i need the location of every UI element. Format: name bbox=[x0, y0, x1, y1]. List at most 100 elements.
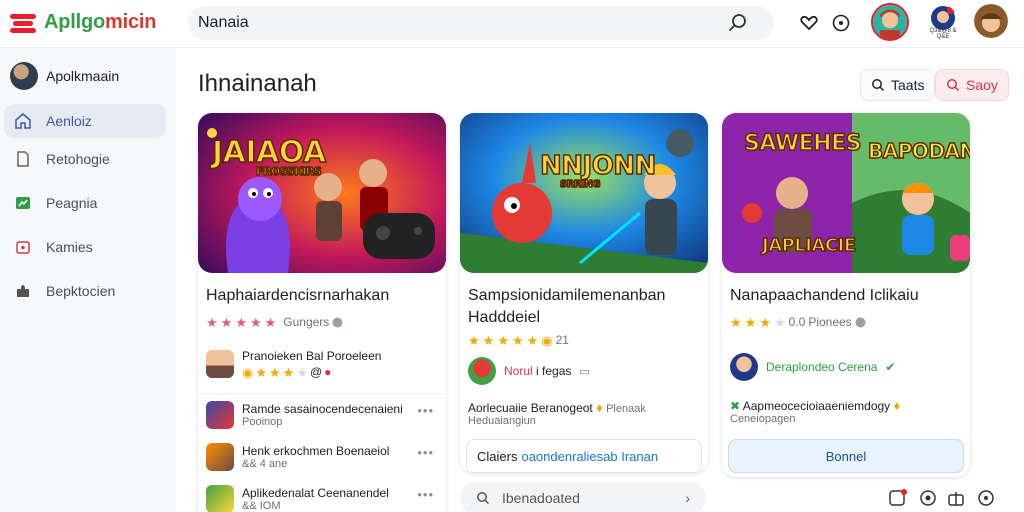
featured-thumbnail bbox=[206, 350, 234, 378]
list-item-sub: Pooinop bbox=[242, 416, 283, 428]
divider bbox=[198, 393, 446, 394]
search-icon[interactable] bbox=[728, 13, 748, 33]
card-title: Haphaiardencisrnarhakan bbox=[206, 287, 390, 304]
search-input[interactable] bbox=[198, 12, 698, 34]
banner-subtitle: FROSSKIRS bbox=[255, 164, 322, 179]
settings-icon[interactable] bbox=[918, 488, 938, 508]
more-options-icon[interactable]: ••• bbox=[417, 445, 434, 460]
coin-icon: ◉ bbox=[541, 332, 553, 348]
heart-icon[interactable] bbox=[798, 12, 820, 34]
list-item-sub: && 4 ane bbox=[242, 458, 288, 470]
sidebar-item-documents[interactable]: Retohogie bbox=[4, 142, 166, 176]
featured-item[interactable]: Deraplondeo Cerena ✔ bbox=[730, 353, 895, 381]
banner-subtitle: JAPLIACIE bbox=[761, 234, 857, 257]
user-avatar[interactable] bbox=[974, 4, 1008, 38]
featured-thumbnail bbox=[468, 357, 496, 385]
info-sub: Heduaiangiun bbox=[468, 415, 536, 427]
sort-button[interactable]: Taats bbox=[860, 69, 936, 101]
search-icon bbox=[477, 492, 490, 505]
rating-text: Gungers bbox=[283, 315, 330, 329]
featured-thumbnail bbox=[730, 353, 758, 381]
list-item-title: Aplikedenalat Ceenanendel bbox=[242, 486, 389, 500]
sidebar-item-extensions[interactable]: Bepktocien bbox=[4, 274, 166, 308]
document-icon bbox=[17, 151, 29, 167]
list-item[interactable]: Ramde sasainocendecenaieni Pooinop bbox=[206, 401, 403, 429]
profile-avatar[interactable] bbox=[871, 3, 909, 41]
notification-label: Q3&@8 & Q&E bbox=[929, 28, 957, 40]
banner-subtitle: SRRING bbox=[559, 178, 601, 191]
rating-symbol: @ bbox=[309, 365, 323, 379]
search-icon bbox=[872, 79, 885, 92]
sort-label: Taats bbox=[891, 77, 925, 93]
sidebar-item-label: Aenloiz bbox=[46, 113, 92, 129]
info-block: ✖ Aapmeocecioiaaeniemdogy ♦ Ceneiopagen bbox=[730, 399, 900, 425]
list-item[interactable]: Henk erkochmen Boenaeiol && 4 ane bbox=[206, 443, 389, 471]
list-item[interactable]: Aplikedenalat Ceenanendel && IOM bbox=[206, 485, 389, 512]
featured-item[interactable]: Norul i fegas ▭ bbox=[468, 357, 590, 385]
info-title: Aapmeocecioiaaeniemdogy bbox=[742, 399, 891, 413]
sidebar-item-label: Kamies bbox=[46, 239, 93, 255]
info-icon bbox=[855, 317, 866, 327]
game-card[interactable]: NNJONN SRRING Sampsionidamilemenanban Ha… bbox=[460, 113, 708, 473]
chevron-right-icon[interactable]: › bbox=[685, 490, 690, 506]
rating-text: Pionees bbox=[808, 315, 852, 329]
rating-number: 0.0 bbox=[788, 315, 806, 329]
sidebar-item-stats[interactable]: Peagnia bbox=[4, 186, 166, 220]
coin-icon: ◉ bbox=[242, 364, 254, 380]
rating-text: 21 bbox=[555, 333, 569, 347]
chat-icon[interactable] bbox=[888, 488, 908, 508]
help-icon[interactable] bbox=[976, 488, 996, 508]
home-icon bbox=[15, 113, 31, 129]
search-bar bbox=[188, 6, 774, 40]
featured-title-highlight: Norul bbox=[504, 364, 533, 378]
game-card[interactable]: JAIAOA FROSSKIRS Haphaiardencisrnarhakan… bbox=[198, 113, 446, 512]
more-options-icon[interactable]: ••• bbox=[417, 487, 434, 502]
rating: ★ ★ ★ ★ ★ ◉ 21 bbox=[468, 332, 569, 348]
gift-icon[interactable] bbox=[946, 488, 966, 508]
sidebar-username: Apolkmaain bbox=[46, 68, 120, 84]
sidebar-item-games[interactable]: Kamies bbox=[4, 230, 166, 264]
compass-icon[interactable] bbox=[830, 12, 852, 34]
info-icon bbox=[332, 317, 343, 327]
app-name: Apllgomicin bbox=[44, 11, 157, 33]
card-title: Nanapaachandend Iclikaiu bbox=[730, 287, 919, 304]
list-thumbnail bbox=[206, 443, 234, 471]
sidebar-item-label: Bepktocien bbox=[46, 283, 116, 299]
list-item-sub: && IOM bbox=[242, 500, 281, 512]
tag-icon: ▭ bbox=[579, 365, 590, 378]
rating: ★ ★ ★ ★ ★ Gungers bbox=[206, 315, 343, 329]
game-banner[interactable]: NNJONN SRRING bbox=[460, 113, 708, 273]
filter-button[interactable]: Saoy bbox=[935, 69, 1009, 101]
sidebar-item-label: Peagnia bbox=[46, 195, 98, 211]
secondary-search-text: Ibenadoated bbox=[502, 490, 580, 506]
featured-title: Pranoieken Bal Poroeleen bbox=[242, 349, 382, 363]
trophy-icon: ♦ bbox=[596, 400, 603, 415]
game-card[interactable]: SAWEHES BAPODAN JAPLIACIE Nanapaachanden… bbox=[722, 113, 970, 477]
list-thumbnail bbox=[206, 401, 234, 429]
game-banner[interactable]: SAWEHES BAPODAN JAPLIACIE bbox=[722, 113, 970, 273]
avatar bbox=[10, 62, 38, 90]
more-options-icon[interactable]: ••• bbox=[417, 403, 434, 418]
featured-item[interactable]: Pranoieken Bal Poroeleen ◉ ★ ★ ★ ★ @ ● bbox=[206, 349, 381, 379]
puzzle-icon bbox=[17, 285, 29, 297]
game-banner[interactable]: JAIAOA FROSSKIRS bbox=[198, 113, 446, 273]
featured-title: Deraplondeo Cerena bbox=[766, 360, 878, 374]
secondary-search[interactable]: Ibenadoated › bbox=[460, 482, 706, 512]
info-title: Aorlecuaiie Beranogeot bbox=[468, 401, 593, 415]
info-extra: Plenaak bbox=[606, 403, 646, 415]
filter-label: Saoy bbox=[966, 77, 998, 93]
list-thumbnail bbox=[206, 485, 234, 512]
banner-image bbox=[460, 113, 708, 273]
gamepad-icon bbox=[16, 241, 30, 254]
sidebar-user[interactable]: Apolkmaain bbox=[10, 62, 119, 90]
claim-link[interactable]: oaondenraliesab Iranan bbox=[521, 449, 658, 464]
primary-action-button[interactable]: Bonnel bbox=[728, 439, 964, 473]
list-item-title: Ramde sasainocendecenaieni bbox=[242, 402, 403, 416]
app-logo[interactable]: Apllgomicin bbox=[10, 11, 156, 34]
list-item-title: Henk erkochmen Boenaeiol bbox=[242, 444, 390, 458]
sidebar-item-home[interactable]: Aenloiz bbox=[4, 104, 166, 138]
chart-icon bbox=[16, 197, 30, 209]
featured-rating: ◉ ★ ★ ★ ★ @ ● bbox=[242, 364, 332, 380]
top-bar: Apllgomicin Q3&@8 & Q&E bbox=[0, 0, 1024, 48]
claim-button[interactable]: Claiers oaondenraliesab Iranan bbox=[466, 439, 702, 473]
